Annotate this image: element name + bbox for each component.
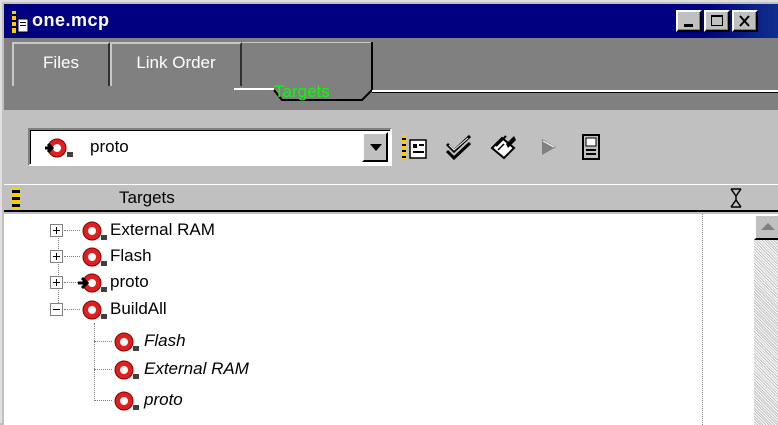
collapse-toggle[interactable] bbox=[50, 303, 63, 316]
debug-icon[interactable] bbox=[576, 132, 606, 162]
project-window: one.mcp Files Link Order Targets proto T… bbox=[0, 0, 778, 425]
linked-target-row-proto[interactable]: proto bbox=[4, 388, 704, 414]
current-target-icon bbox=[45, 138, 73, 158]
current-target-icon bbox=[78, 273, 107, 293]
window-title: one.mcp bbox=[32, 10, 110, 30]
linked-target-row-flash[interactable]: Flash bbox=[4, 329, 704, 355]
project-file-icon bbox=[12, 11, 28, 33]
linked-target-icon bbox=[114, 360, 139, 380]
tab-files[interactable]: Files bbox=[12, 42, 110, 86]
linked-target-label: Flash bbox=[144, 331, 186, 350]
target-select-dropdown[interactable] bbox=[362, 132, 388, 162]
target-icon bbox=[82, 300, 107, 320]
target-icon bbox=[82, 247, 107, 267]
expand-toggle[interactable] bbox=[50, 250, 63, 263]
targets-list-header: Targets bbox=[4, 184, 778, 212]
targets-column-header[interactable]: Targets bbox=[119, 188, 175, 208]
linked-target-icon bbox=[114, 332, 139, 352]
expand-toggle[interactable] bbox=[50, 276, 63, 289]
chevron-down-icon bbox=[370, 144, 382, 151]
expand-toggle[interactable] bbox=[50, 224, 63, 237]
target-label: proto bbox=[110, 272, 149, 291]
minimize-icon bbox=[684, 24, 693, 27]
targets-list: External RAM Flash proto BuildAll Flash … bbox=[4, 214, 754, 425]
target-row-external-ram[interactable]: External RAM bbox=[4, 218, 704, 244]
tab-targets[interactable]: Targets bbox=[274, 82, 330, 102]
target-select-value: proto bbox=[90, 137, 129, 156]
link-column-divider bbox=[702, 214, 703, 425]
vertical-scrollbar[interactable] bbox=[754, 214, 778, 425]
target-row-buildall[interactable]: BuildAll bbox=[4, 297, 704, 323]
target-label: Flash bbox=[110, 246, 152, 265]
linked-target-row-external-ram[interactable]: External RAM bbox=[4, 357, 704, 383]
target-select[interactable]: proto bbox=[28, 128, 392, 166]
tab-link-order[interactable]: Link Order bbox=[110, 42, 242, 86]
tab-strip: Files Link Order Targets bbox=[4, 38, 778, 110]
scroll-up-button[interactable] bbox=[754, 214, 778, 240]
project-toolbar: proto bbox=[4, 110, 778, 184]
title-bar[interactable]: one.mcp bbox=[4, 4, 778, 38]
check-syntax-icon[interactable] bbox=[444, 132, 474, 162]
maximize-icon bbox=[711, 15, 723, 26]
close-button[interactable] bbox=[732, 10, 758, 32]
make-icon[interactable] bbox=[488, 132, 518, 162]
arrow-up-icon bbox=[761, 223, 775, 230]
target-row-proto[interactable]: proto bbox=[4, 270, 704, 296]
target-label: BuildAll bbox=[110, 299, 167, 318]
run-icon[interactable] bbox=[534, 132, 564, 162]
maximize-button[interactable] bbox=[704, 10, 730, 32]
tab-divider-shadow bbox=[372, 92, 778, 93]
linked-target-label: proto bbox=[144, 390, 183, 409]
column-grip-icon bbox=[12, 187, 20, 209]
linked-target-icon bbox=[114, 391, 139, 411]
close-icon bbox=[739, 15, 750, 27]
linked-target-label: External RAM bbox=[144, 359, 249, 378]
minimize-button[interactable] bbox=[676, 10, 702, 32]
target-label: External RAM bbox=[110, 220, 215, 239]
link-column-icon[interactable] bbox=[728, 187, 744, 209]
target-settings-icon[interactable] bbox=[400, 132, 430, 162]
target-icon bbox=[82, 221, 107, 241]
target-row-flash[interactable]: Flash bbox=[4, 244, 704, 270]
